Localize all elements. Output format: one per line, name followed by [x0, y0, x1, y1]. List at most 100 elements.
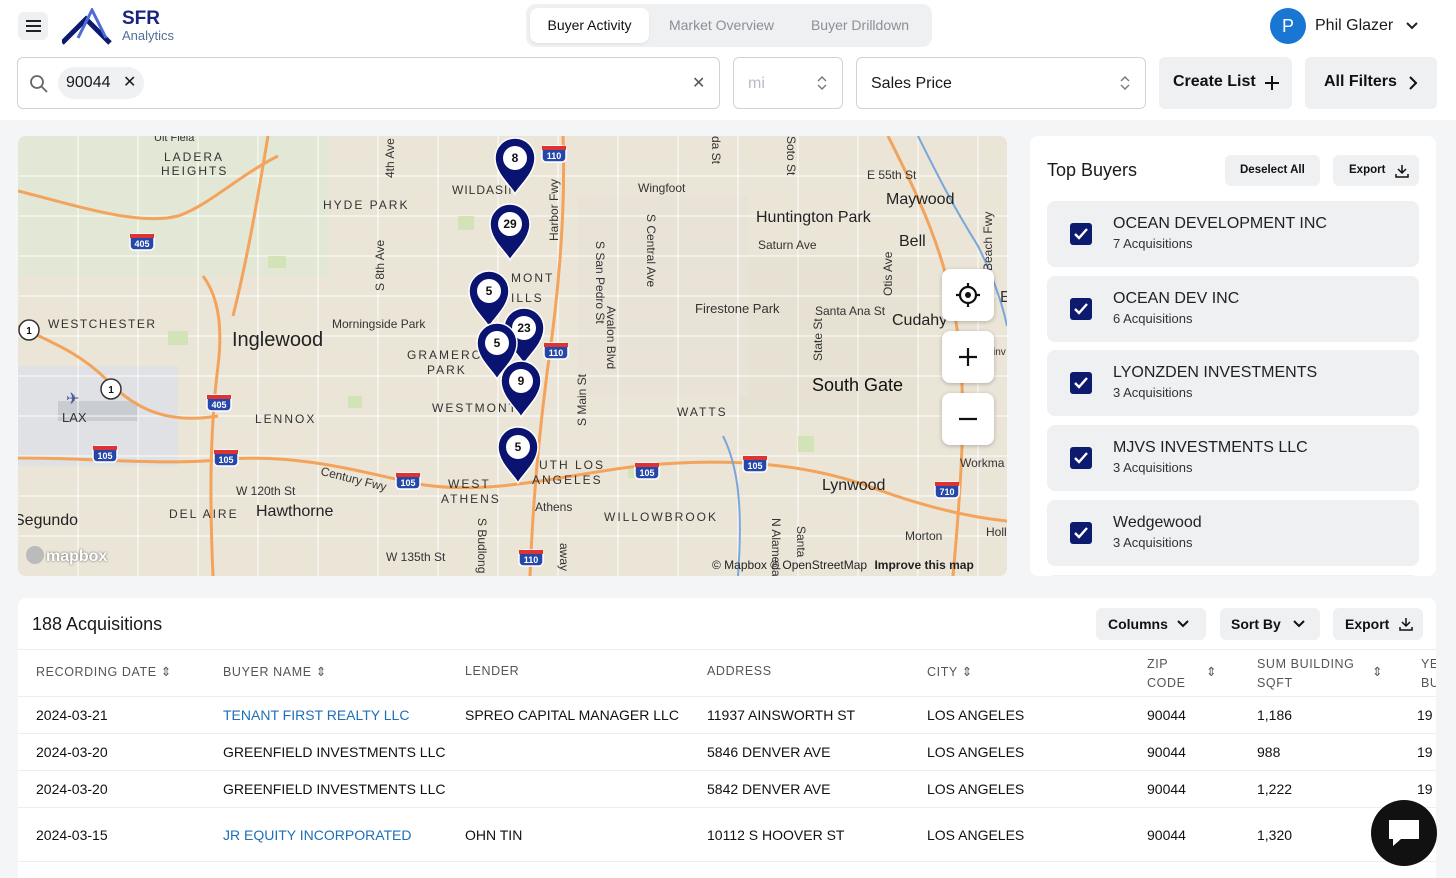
col-header-recording-date[interactable]: RECORDING DATE ⇕	[36, 664, 172, 679]
tab-buyer-activity[interactable]: Buyer Activity	[530, 8, 649, 43]
search-input[interactable]: 90044 ✕ ✕	[17, 57, 720, 109]
hamburger-menu-icon[interactable]	[18, 12, 48, 40]
logo-subtitle: Analytics	[122, 28, 175, 43]
acquisition-cluster-marker[interactable]: 8	[494, 137, 536, 196]
mapbox-brand: mapbox	[46, 548, 108, 565]
check-icon	[1074, 303, 1088, 315]
radius-select[interactable]: mi	[733, 57, 843, 109]
all-filters-button[interactable]: All Filters	[1305, 57, 1437, 109]
table-row[interactable]: 2024-03-20 GREENFIELD INVESTMENTS LLC 5842…	[18, 770, 1436, 807]
download-icon	[1399, 618, 1413, 631]
table-row[interactable]: 2024-03-20 GREENFIELD INVESTMENTS LLC 5846…	[18, 733, 1436, 770]
cell-address: 10112 S HOOVER ST	[707, 826, 845, 843]
col-header-city[interactable]: CITY ⇕	[927, 664, 973, 679]
zip-filter-chip[interactable]: 90044 ✕	[58, 67, 145, 99]
cell-city: LOS ANGELES	[927, 744, 1025, 760]
marker-count: 23	[517, 321, 531, 335]
create-list-button[interactable]: Create List	[1159, 57, 1292, 109]
acquisition-cluster-marker[interactable]: 9	[500, 360, 542, 419]
zoom-out-icon	[959, 417, 977, 421]
buyer-card[interactable]	[1047, 575, 1419, 576]
col-header-building-sqft[interactable]: SUM BUILDING SQFT	[1257, 655, 1355, 693]
buyer-card[interactable]: OCEAN DEV INC 6 Acquisitions	[1047, 276, 1419, 342]
divider	[18, 649, 1436, 650]
chevron-down-icon	[1177, 620, 1189, 628]
improve-map-link[interactable]: Improve this map	[874, 558, 973, 572]
panel-title: Top Buyers	[1047, 160, 1138, 180]
buyer-acquisition-count: 3 Acquisitions	[1113, 535, 1193, 550]
buyer-name: OCEAN DEV INC	[1113, 290, 1240, 307]
logo-mark-icon	[62, 8, 112, 45]
export-table-button[interactable]: Export	[1333, 608, 1423, 640]
zoom-in-icon	[959, 348, 977, 366]
cell-city: LOS ANGELES	[927, 707, 1025, 723]
tab-market-overview[interactable]: Market Overview	[655, 8, 788, 43]
top-bar: SFR Analytics Buyer Activity Market Over…	[0, 0, 1456, 120]
chip-remove-icon[interactable]: ✕	[123, 74, 136, 91]
col-header-buyer-name[interactable]: BUYER NAME ⇕	[223, 664, 327, 679]
zoom-out-button[interactable]	[942, 393, 994, 445]
export-buyers-button[interactable]: Export	[1333, 155, 1419, 186]
sort-metric-select[interactable]: Sales Price	[856, 57, 1146, 109]
mapbox-logo[interactable]: mapbox	[26, 546, 107, 566]
cell-buyer[interactable]: JR EQUITY INCORPORATED	[223, 827, 412, 843]
marker-count: 5	[494, 336, 501, 350]
cell-buyer: GREENFIELD INVESTMENTS LLC	[223, 781, 446, 797]
cell-date: 2024-03-15	[36, 826, 108, 843]
chat-button[interactable]	[1371, 800, 1437, 866]
buyer-checkbox[interactable]	[1070, 522, 1092, 544]
search-icon	[30, 75, 48, 93]
attribution-text[interactable]: © Mapbox © OpenStreetMap	[712, 558, 867, 572]
buyer-checkbox[interactable]	[1070, 298, 1092, 320]
col-header-year-built[interactable]: YE BU	[1421, 655, 1436, 693]
cell-year: 19	[1417, 707, 1433, 723]
map-attribution: © Mapbox © OpenStreetMap Improve this ma…	[712, 558, 974, 572]
updown-icon	[1120, 76, 1130, 90]
avatar: P	[1270, 8, 1306, 44]
col-header-lender: LENDER	[465, 664, 520, 678]
sort-icon: ⇕	[160, 665, 172, 679]
export-label: Export	[1345, 616, 1390, 632]
buyer-checkbox[interactable]	[1070, 447, 1092, 469]
buyer-name: OCEAN DEVELOPMENT INC	[1113, 215, 1327, 232]
acquisition-cluster-marker[interactable]: 29	[489, 203, 531, 262]
buyer-card[interactable]: MJVS INVESTMENTS LLC 3 Acquisitions	[1047, 425, 1419, 491]
header-label: CODE	[1147, 676, 1186, 690]
table-row[interactable]: 2024-03-21 TENANT FIRST REALTY LLC SPREO C…	[18, 696, 1436, 733]
locate-button[interactable]	[942, 269, 994, 321]
buyer-acquisition-count: 3 Acquisitions	[1113, 460, 1193, 475]
marker-count: 5	[515, 440, 522, 454]
cell-buyer[interactable]: TENANT FIRST REALTY LLC	[223, 707, 409, 723]
header-label: BU	[1421, 676, 1436, 690]
buyer-name: MJVS INVESTMENTS LLC	[1113, 439, 1308, 456]
zoom-in-button[interactable]	[942, 331, 994, 383]
cell-address: 5846 DENVER AVE	[707, 744, 831, 760]
check-icon	[1074, 527, 1088, 539]
table-title: 188 Acquisitions	[32, 614, 163, 634]
buyer-card[interactable]: LYONZDEN INVESTMENTS 3 Acquisitions	[1047, 350, 1419, 416]
table-row[interactable]	[18, 861, 1436, 878]
sort-icon[interactable]: ⇕	[1206, 664, 1217, 679]
buyer-checkbox[interactable]	[1070, 372, 1092, 394]
buyer-name: LYONZDEN INVESTMENTS	[1113, 364, 1318, 381]
buyer-card[interactable]: Wedgewood 3 Acquisitions	[1047, 500, 1419, 566]
sort-icon[interactable]: ⇕	[1372, 664, 1383, 679]
acquisition-cluster-marker[interactable]: 5	[468, 270, 510, 329]
buyer-acquisition-count: 6 Acquisitions	[1113, 311, 1193, 326]
logo-title: SFR	[122, 8, 160, 29]
buyer-checkbox[interactable]	[1070, 223, 1092, 245]
buyer-card[interactable]: OCEAN DEVELOPMENT INC 7 Acquisitions	[1047, 201, 1419, 267]
columns-button[interactable]: Columns	[1096, 608, 1206, 640]
sort-by-button[interactable]: Sort By	[1220, 608, 1320, 640]
buyer-acquisition-count: 3 Acquisitions	[1113, 385, 1193, 400]
header-label: SUM BUILDING	[1257, 657, 1355, 671]
top-buyers-panel: Top Buyers Deselect All Export OCEAN DEV…	[1030, 136, 1436, 576]
acquisition-cluster-marker[interactable]: 5	[497, 426, 539, 485]
tab-buyer-drilldown[interactable]: Buyer Drilldown	[794, 8, 926, 43]
table-row[interactable]: 2024-03-15 JR EQUITY INCORPORATED OHN TIN 1…	[18, 807, 1436, 861]
col-header-zip[interactable]: ZIP CODE	[1147, 655, 1186, 693]
chip-label: 90044	[66, 74, 111, 91]
deselect-all-button[interactable]: Deselect All	[1225, 155, 1320, 186]
clear-search-icon[interactable]: ✕	[692, 73, 705, 93]
acquisitions-map[interactable]: LADERA HEIGHTS Uit Fiela HYDE PARK WILDA…	[18, 136, 1007, 576]
